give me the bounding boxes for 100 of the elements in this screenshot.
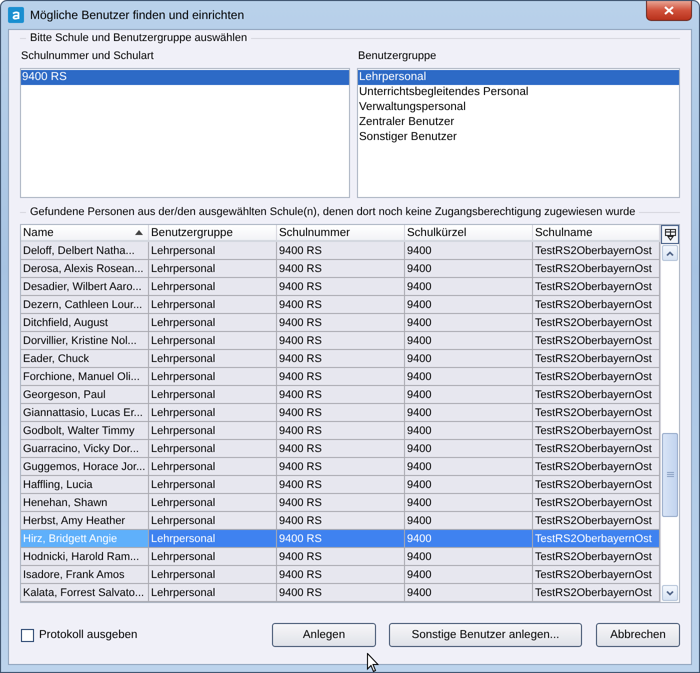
table-cell: 9400 RS [277,332,405,350]
table-cell: 9400 [405,332,533,350]
close-button[interactable] [646,1,692,21]
table-cell: 9400 [405,314,533,332]
app-logo-icon [8,7,24,23]
table-cell: 9400 [405,296,533,314]
checkbox[interactable] [21,628,34,642]
table-cell: 9400 RS [277,476,405,494]
dialog-button[interactable]: Abbrechen [596,623,680,647]
table-cell: 9400 [405,422,533,440]
table-cell: 9400 [405,404,533,422]
table-cell: 9400 RS [277,368,405,386]
table-cell: 9400 [405,242,533,260]
table-cell: Lehrpersonal [149,530,277,548]
list-item[interactable]: Unterrichtsbegleitendes Personal [358,85,679,100]
table-cell: TestRS2OberbayernOst [533,476,660,494]
table-cell: TestRS2OberbayernOst [533,440,660,458]
group-legend: Gefundene Personen aus der/den ausgewählten Schule(n), denen dort noch keine Zugangsberechtigung zugewiesen wurde [26,206,640,218]
window-title: Mögliche Benutzer finden und einrichten [30,8,244,22]
table-cell: TestRS2OberbayernOst [533,314,660,332]
table-cell: TestRS2OberbayernOst [533,368,660,386]
dialog-button[interactable]: Sonstige Benutzer anlegen... [389,623,582,647]
table-cell: Lehrpersonal [149,458,277,476]
table-cell: Herbst, Amy Heather [21,512,149,530]
column-header[interactable]: Name [21,225,149,240]
list-item[interactable]: 9400 RS [21,70,349,85]
table-cell: Forchione, Manuel Oli... [21,368,149,386]
table-cell: 9400 RS [277,242,405,260]
table-cell: Lehrpersonal [149,386,277,404]
table-cell: TestRS2OberbayernOst [533,260,660,278]
table-cell: 9400 [405,368,533,386]
list-item[interactable]: Lehrpersonal [358,70,679,85]
table-cell: Dorvillier, Kristine Nol... [21,332,149,350]
table-cell: 9400 RS [277,386,405,404]
list-item[interactable]: Sonstiger Benutzer [358,130,679,145]
scrollbar-thumb[interactable] [662,433,678,517]
table-cell: Lehrpersonal [149,476,277,494]
table-cell: Lehrpersonal [149,548,277,566]
table-cell: Isadore, Frank Amos [21,566,149,584]
table-cell: 9400 [405,548,533,566]
table-cell: 9400 RS [277,584,405,602]
table-cell: Derosa, Alexis Rosean... [21,260,149,278]
table-cell: 9400 RS [277,278,405,296]
table-cell: Guarracino, Vicky Dor... [21,440,149,458]
table-cell: TestRS2OberbayernOst [533,422,660,440]
table-cell: 9400 [405,494,533,512]
column-chooser-icon [664,228,676,240]
table-cell: Giannattasio, Lucas Er... [21,404,149,422]
group-legend: Bitte Schule und Benutzergruppe auswählen [26,32,252,44]
table-cell: Georgeson, Paul [21,386,149,404]
list-item[interactable]: Verwaltungspersonal [358,100,679,115]
column-header[interactable]: Schulnummer [277,225,405,240]
table-cell: Deloff, Delbert Natha... [21,242,149,260]
table-cell: Lehrpersonal [149,242,277,260]
dialog-button[interactable]: Anlegen [272,623,376,647]
table-cell: TestRS2OberbayernOst [533,296,660,314]
table-cell: 9400 RS [277,566,405,584]
table-cell: Desadier, Wilbert Aaro... [21,278,149,296]
table-cell: TestRS2OberbayernOst [533,530,660,548]
table-cell: TestRS2OberbayernOst [533,404,660,422]
checkbox-label: Protokoll ausgeben [39,629,138,641]
table-cell: Ditchfield, August [21,314,149,332]
table-cell: 9400 RS [277,440,405,458]
scroll-down-button[interactable] [662,585,678,601]
column-header[interactable]: Benutzergruppe [149,225,277,240]
table-cell: Henehan, Shawn [21,494,149,512]
table-cell: TestRS2OberbayernOst [533,278,660,296]
table-cell: Haffling, Lucia [21,476,149,494]
column-header[interactable]: Schulkürzel [405,225,533,240]
table-cell: TestRS2OberbayernOst [533,350,660,368]
grip-icon [666,472,674,478]
table-cell: Lehrpersonal [149,332,277,350]
table-cell: 9400 RS [277,260,405,278]
table-cell: Eader, Chuck [21,350,149,368]
table-cell: Lehrpersonal [149,512,277,530]
scroll-up-button[interactable] [662,245,678,261]
table-cell: Lehrpersonal [149,350,277,368]
table-cell: Lehrpersonal [149,566,277,584]
table-cell: 9400 [405,476,533,494]
table-cell: 9400 RS [277,314,405,332]
table-cell: Lehrpersonal [149,422,277,440]
table-cell: 9400 [405,278,533,296]
table-cell: Lehrpersonal [149,368,277,386]
table-cell: 9400 [405,530,533,548]
table-cell: Lehrpersonal [149,494,277,512]
list-item[interactable]: Zentraler Benutzer [358,115,679,130]
list-label: Schulnummer und Schulart [20,50,155,62]
table-cell: Lehrpersonal [149,260,277,278]
table-cell: Lehrpersonal [149,404,277,422]
chevron-down-icon [666,590,674,596]
table-cell: 9400 RS [277,530,405,548]
table-cell: TestRS2OberbayernOst [533,332,660,350]
column-chooser-button[interactable] [661,225,679,244]
table-cell: Kalata, Forrest Salvato... [21,584,149,602]
table-cell: 9400 RS [277,404,405,422]
table-cell: Lehrpersonal [149,314,277,332]
table-cell: Dezern, Cathleen Lour... [21,296,149,314]
close-icon [664,6,674,15]
table-cell: Hodnicki, Harold Ram... [21,548,149,566]
table-cell: Lehrpersonal [149,440,277,458]
